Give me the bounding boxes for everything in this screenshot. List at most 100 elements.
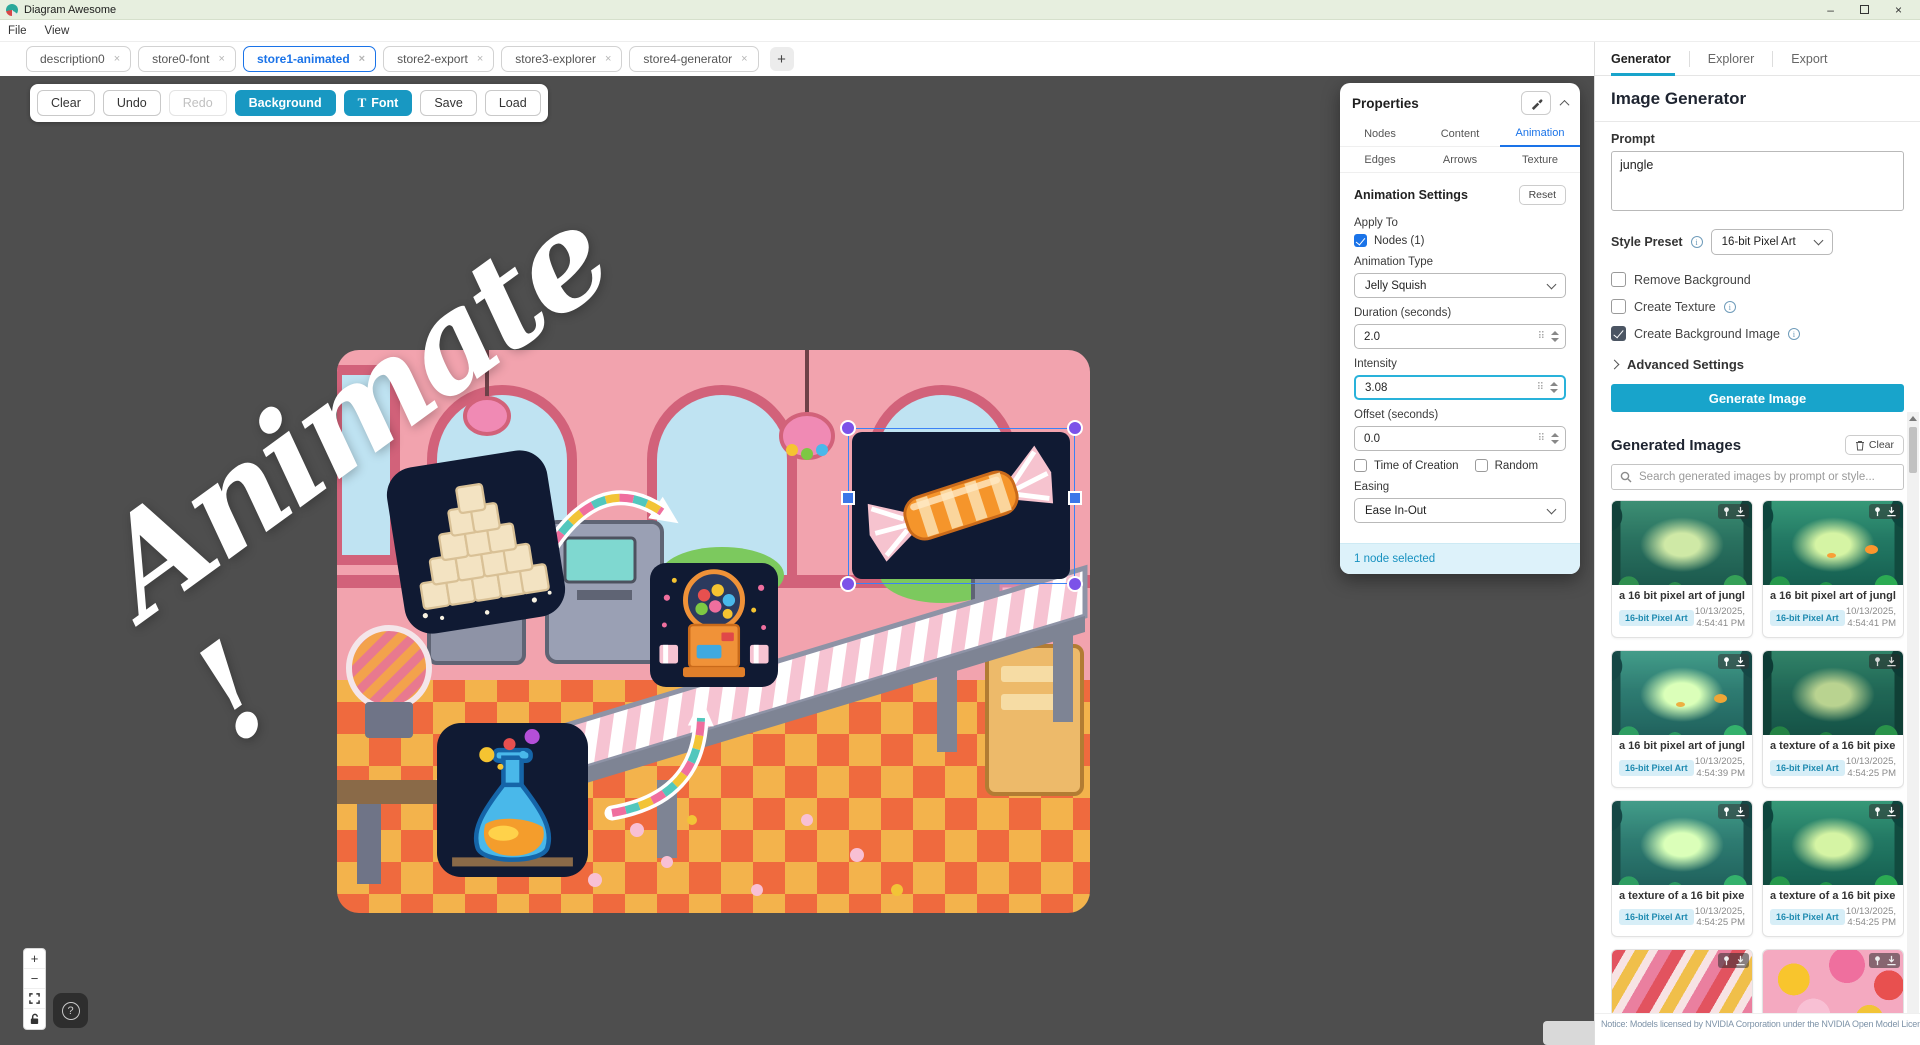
easing-select[interactable]: Ease In-Out bbox=[1354, 498, 1566, 523]
close-tab-icon[interactable]: × bbox=[114, 53, 120, 65]
duration-spinner[interactable] bbox=[1551, 331, 1559, 342]
generated-image-card[interactable]: a texture of a 16 bit pixel art o 16-bit… bbox=[1762, 800, 1904, 938]
lock-button[interactable] bbox=[24, 1009, 45, 1029]
generated-image-card[interactable]: a 16 bit pixel art of jungle 16-bit Pixe… bbox=[1611, 650, 1753, 788]
create-background-image-checkbox[interactable] bbox=[1611, 326, 1626, 341]
time-of-creation-checkbox[interactable] bbox=[1354, 459, 1367, 472]
node-gumball-machine[interactable] bbox=[650, 563, 778, 687]
generated-image-thumbnail[interactable] bbox=[1612, 950, 1752, 1020]
info-icon[interactable]: i bbox=[1724, 301, 1736, 313]
generated-image-card[interactable] bbox=[1611, 949, 1753, 1020]
node-flask[interactable] bbox=[437, 723, 588, 877]
info-icon[interactable]: i bbox=[1788, 328, 1800, 340]
random-checkbox[interactable] bbox=[1475, 459, 1488, 472]
style-preset-select[interactable]: 16-bit Pixel Art bbox=[1711, 229, 1833, 255]
create-texture-checkbox[interactable] bbox=[1611, 299, 1626, 314]
generate-image-button[interactable]: Generate Image bbox=[1611, 384, 1904, 412]
download-icon[interactable] bbox=[1886, 506, 1897, 517]
tab-export[interactable]: Export bbox=[1773, 42, 1845, 76]
clear-images-button[interactable]: Clear bbox=[1845, 435, 1904, 455]
download-icon[interactable] bbox=[1735, 656, 1746, 667]
close-tab-icon[interactable]: × bbox=[741, 53, 747, 65]
download-icon[interactable] bbox=[1735, 955, 1746, 966]
advanced-settings-toggle[interactable]: Advanced Settings bbox=[1611, 357, 1904, 372]
nodes-checkbox[interactable] bbox=[1354, 234, 1367, 247]
generated-image-thumbnail[interactable] bbox=[1763, 501, 1903, 585]
drag-handle-icon[interactable]: ⠿ bbox=[1537, 383, 1544, 393]
close-tab-icon[interactable]: × bbox=[359, 53, 365, 65]
intensity-spinner[interactable] bbox=[1550, 382, 1558, 393]
properties-tab-arrows[interactable]: Arrows bbox=[1420, 147, 1500, 173]
generated-image-card[interactable] bbox=[1762, 949, 1904, 1020]
scrollbar-thumb[interactable] bbox=[1909, 427, 1917, 473]
fit-view-button[interactable] bbox=[24, 989, 45, 1009]
generated-image-thumbnail[interactable] bbox=[1612, 501, 1752, 585]
eyedropper-button[interactable] bbox=[1521, 91, 1551, 115]
duration-input[interactable] bbox=[1355, 331, 1565, 343]
pin-icon[interactable] bbox=[1872, 506, 1883, 517]
properties-tab-edges[interactable]: Edges bbox=[1340, 147, 1420, 173]
generated-image-thumbnail[interactable] bbox=[1763, 801, 1903, 885]
intensity-input[interactable] bbox=[1356, 382, 1564, 394]
close-button[interactable]: × bbox=[1895, 0, 1902, 20]
node-marshmallow-pile[interactable] bbox=[383, 446, 569, 637]
resize-handle-top-right[interactable] bbox=[1067, 420, 1083, 436]
save-button[interactable]: Save bbox=[420, 90, 477, 116]
prompt-input[interactable]: jungle bbox=[1611, 151, 1904, 211]
tab-store3-explorer[interactable]: store3-explorer× bbox=[501, 46, 622, 72]
zoom-in-button[interactable]: + bbox=[24, 949, 45, 969]
properties-tab-nodes[interactable]: Nodes bbox=[1340, 121, 1420, 147]
reset-button[interactable]: Reset bbox=[1519, 185, 1566, 205]
pin-icon[interactable] bbox=[1721, 656, 1732, 667]
maximize-button[interactable] bbox=[1860, 5, 1869, 14]
sidebar-scrollbar[interactable] bbox=[1907, 412, 1919, 1045]
undo-button[interactable]: Undo bbox=[103, 90, 161, 116]
menu-view[interactable]: View bbox=[45, 25, 70, 37]
redo-button[interactable]: Redo bbox=[169, 90, 227, 116]
new-tab-button[interactable]: + bbox=[770, 47, 794, 71]
font-button[interactable]: T Font bbox=[344, 90, 413, 116]
generated-image-thumbnail[interactable] bbox=[1763, 950, 1903, 1020]
tab-generator[interactable]: Generator bbox=[1611, 42, 1689, 76]
properties-tab-content[interactable]: Content bbox=[1420, 121, 1500, 147]
collapse-panel-icon[interactable] bbox=[1560, 99, 1570, 109]
download-icon[interactable] bbox=[1735, 806, 1746, 817]
generated-image-card[interactable]: a 16 bit pixel art of jungle 16-bit Pixe… bbox=[1762, 500, 1904, 638]
close-tab-icon[interactable]: × bbox=[219, 53, 225, 65]
resize-handle-top-left[interactable] bbox=[840, 420, 856, 436]
resize-handle-bottom-left[interactable] bbox=[840, 576, 856, 592]
properties-tab-texture[interactable]: Texture bbox=[1500, 147, 1580, 173]
zoom-out-button[interactable]: − bbox=[24, 969, 45, 989]
pin-icon[interactable] bbox=[1872, 656, 1883, 667]
menu-file[interactable]: File bbox=[8, 25, 27, 37]
image-search-input[interactable] bbox=[1639, 471, 1895, 483]
selection-box[interactable] bbox=[848, 428, 1075, 584]
tab-store1-animated[interactable]: store1-animated× bbox=[243, 46, 376, 72]
tab-store4-generator[interactable]: store4-generator× bbox=[629, 46, 758, 72]
pin-icon[interactable] bbox=[1721, 955, 1732, 966]
tab-store0-font[interactable]: store0-font× bbox=[138, 46, 236, 72]
animation-type-select[interactable]: Jelly Squish bbox=[1354, 273, 1566, 298]
tab-explorer[interactable]: Explorer bbox=[1690, 42, 1773, 76]
download-icon[interactable] bbox=[1735, 506, 1746, 517]
remove-background-checkbox[interactable] bbox=[1611, 272, 1626, 287]
pin-icon[interactable] bbox=[1872, 806, 1883, 817]
load-button[interactable]: Load bbox=[485, 90, 541, 116]
generated-image-thumbnail[interactable] bbox=[1612, 651, 1752, 735]
resize-handle-bottom-right[interactable] bbox=[1067, 576, 1083, 592]
help-button[interactable]: ? bbox=[53, 993, 88, 1028]
resize-handle-left[interactable] bbox=[841, 491, 855, 505]
clear-button[interactable]: Clear bbox=[37, 90, 95, 116]
download-icon[interactable] bbox=[1886, 955, 1897, 966]
generated-image-thumbnail[interactable] bbox=[1612, 801, 1752, 885]
generated-image-thumbnail[interactable] bbox=[1763, 651, 1903, 735]
drag-handle-icon[interactable]: ⠿ bbox=[1538, 332, 1545, 342]
generated-image-card[interactable]: a texture of a 16 bit pixel art o 16-bit… bbox=[1762, 650, 1904, 788]
tab-description0[interactable]: description0× bbox=[26, 46, 131, 72]
tab-store2-export[interactable]: store2-export× bbox=[383, 46, 494, 72]
generated-image-card[interactable]: a 16 bit pixel art of jungle 16-bit Pixe… bbox=[1611, 500, 1753, 638]
download-icon[interactable] bbox=[1886, 656, 1897, 667]
drag-handle-icon[interactable]: ⠿ bbox=[1538, 434, 1545, 444]
close-tab-icon[interactable]: × bbox=[477, 53, 483, 65]
pin-icon[interactable] bbox=[1721, 806, 1732, 817]
